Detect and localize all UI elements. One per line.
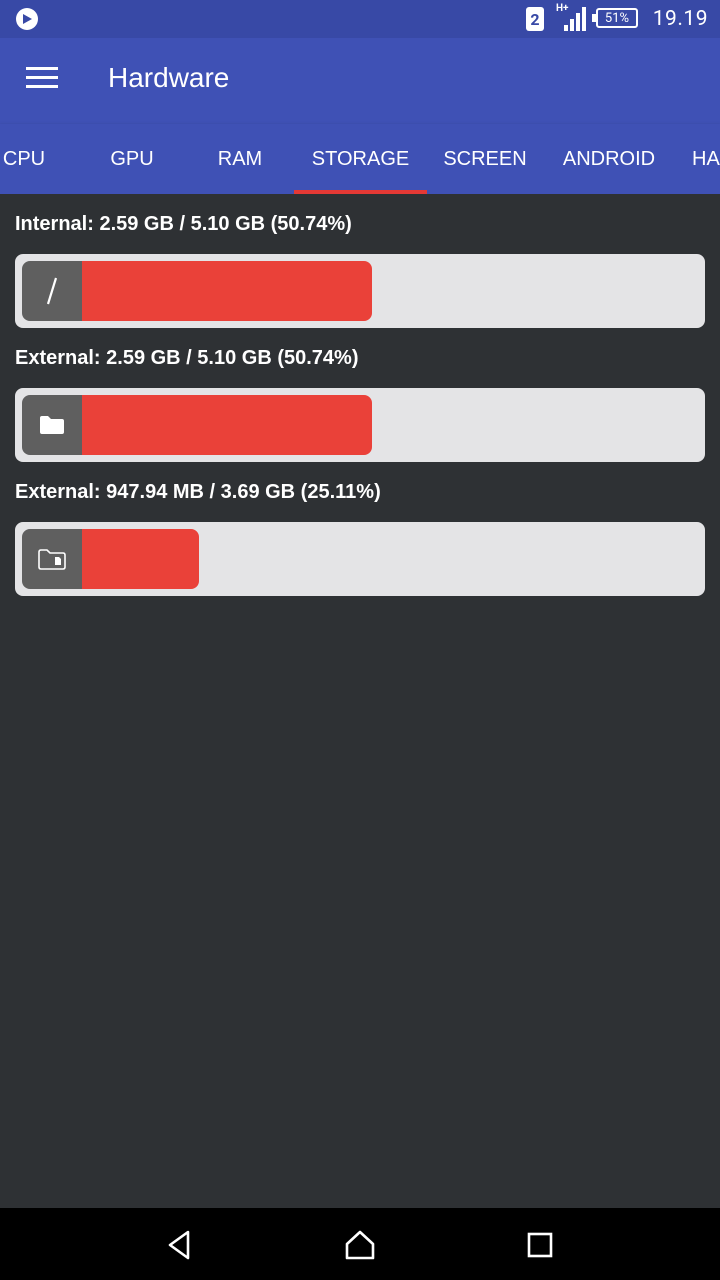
- play-store-icon: [16, 8, 38, 30]
- battery-icon: 51%: [592, 8, 638, 28]
- tab-gpu[interactable]: GPU: [82, 124, 182, 194]
- tab-storage[interactable]: STORAGE: [294, 124, 427, 194]
- tab-bar: CPU GPU RAM STORAGE SCREEN ANDROID HA: [0, 124, 720, 194]
- storage-external-bar: [15, 388, 705, 462]
- status-clock: 19.19: [652, 7, 708, 31]
- storage-sdcard-bar: [15, 522, 705, 596]
- storage-internal-label: Internal: 2.59 GB / 5.10 GB (50.74%): [15, 213, 352, 235]
- home-icon[interactable]: [343, 1228, 377, 1262]
- storage-usage-fill: [82, 529, 199, 589]
- signal-icon: [564, 7, 586, 31]
- sim-icon: 2: [526, 7, 544, 31]
- page-title: Hardware: [108, 62, 230, 93]
- tab-hardware-partial[interactable]: HA: [692, 124, 720, 194]
- storage-usage-fill: [82, 261, 372, 321]
- storage-usage-fill: [82, 395, 372, 455]
- navigation-bar: [0, 1208, 720, 1280]
- tab-android[interactable]: ANDROID: [548, 124, 670, 194]
- hamburger-menu-icon[interactable]: [26, 67, 58, 93]
- tab-ram[interactable]: RAM: [190, 124, 290, 194]
- back-icon[interactable]: [163, 1228, 197, 1262]
- folder-icon: [22, 395, 82, 455]
- root-slash-icon: [22, 261, 82, 321]
- tab-cpu[interactable]: CPU: [0, 124, 48, 194]
- storage-content: Internal: 2.59 GB / 5.10 GB (50.74%) Ext…: [0, 194, 720, 1208]
- storage-sdcard-label: External: 947.94 MB / 3.69 GB (25.11%): [15, 481, 381, 503]
- tab-screen[interactable]: SCREEN: [432, 124, 538, 194]
- sd-card-folder-icon: [22, 529, 82, 589]
- storage-internal-bar: [15, 254, 705, 328]
- status-bar: 2 H+ 51% 19.19: [0, 0, 720, 38]
- app-bar: Hardware: [0, 38, 720, 124]
- recents-icon[interactable]: [523, 1228, 557, 1262]
- storage-external-label: External: 2.59 GB / 5.10 GB (50.74%): [15, 347, 359, 369]
